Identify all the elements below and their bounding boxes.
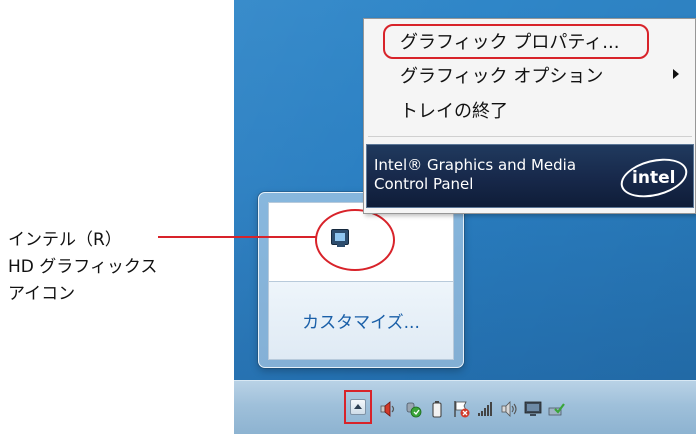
callout-line-3: アイコン <box>8 284 76 304</box>
menu-separator <box>368 136 692 137</box>
callout-line-1: インテル（R） <box>8 230 122 250</box>
speaker-muted-icon[interactable] <box>380 400 398 418</box>
monitor-icon[interactable] <box>524 400 542 418</box>
customize-link[interactable]: カスタマイズ... <box>268 282 454 360</box>
chevron-up-icon <box>350 399 366 415</box>
menu-item-graphics-properties[interactable]: グラフィック プロパティ... <box>400 26 619 56</box>
callout-text: インテル（R） HD グラフィックス アイコン <box>8 227 198 308</box>
menu-item-graphics-options[interactable]: グラフィック オプション <box>400 60 603 90</box>
power-plug-icon[interactable] <box>404 400 422 418</box>
battery-icon[interactable] <box>428 400 446 418</box>
volume-icon[interactable] <box>500 400 518 418</box>
highlight-circle <box>315 209 395 271</box>
intel-banner-text: Intel® Graphics and Media Control Panel <box>374 156 577 193</box>
safely-remove-hardware-icon[interactable] <box>548 400 566 418</box>
intel-logo-text: intel <box>632 168 676 189</box>
callout-line-2: HD グラフィックス <box>8 257 158 277</box>
menu-item-exit-tray[interactable]: トレイの終了 <box>400 95 508 125</box>
submenu-arrow-icon <box>673 69 679 79</box>
show-hidden-icons-button[interactable] <box>344 390 372 424</box>
action-center-flag-icon[interactable] <box>452 400 470 418</box>
network-signal-icon[interactable] <box>476 400 494 418</box>
customize-label: カスタマイズ... <box>302 313 420 333</box>
